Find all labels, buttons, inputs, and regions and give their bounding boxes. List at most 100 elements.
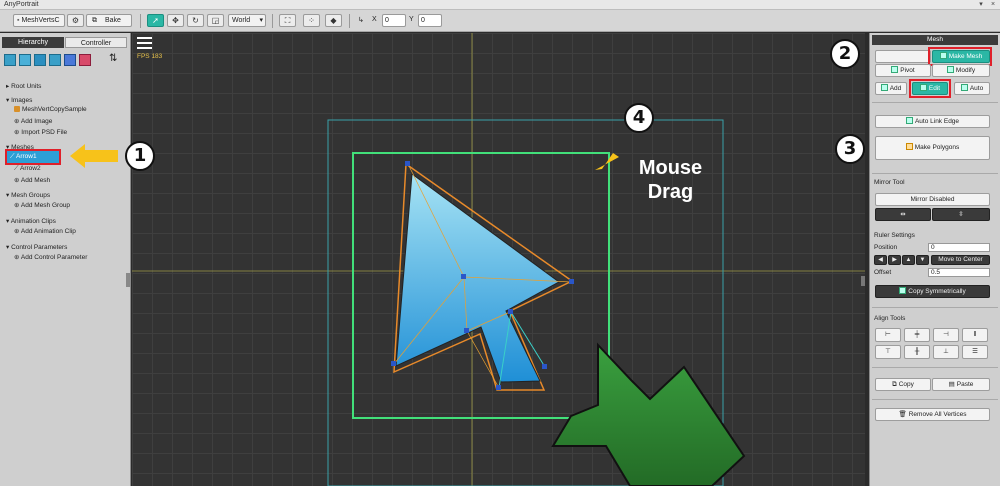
select-tool-icon[interactable]: ➚ <box>147 14 164 27</box>
position-label: Position <box>874 244 898 251</box>
close-icon[interactable]: × <box>988 0 998 9</box>
prev-mode-button[interactable] <box>875 50 931 63</box>
add-control-parameter-button[interactable]: ⊕ Add Control Parameter <box>14 253 87 261</box>
section-animation-clips[interactable]: ▾ Animation Clips <box>6 217 56 225</box>
import-icon: ⊕ <box>14 129 20 136</box>
add-animation-clip-button[interactable]: ⊕ Add Animation Clip <box>14 227 76 235</box>
mesh-edit-canvas[interactable]: FPS 183 4 Mouse Drag <box>132 33 865 486</box>
polygon-icon <box>905 143 913 150</box>
offset-input[interactable]: 0.5 <box>928 268 990 277</box>
bake-icon: ⧉ <box>92 17 97 24</box>
mesh-icon: ⟋ <box>14 165 19 172</box>
list-item[interactable]: ⟋ Arrow2 <box>14 165 41 173</box>
image-filter-icon[interactable] <box>19 54 31 66</box>
arrow-pointer-4 <box>595 153 619 170</box>
add-vertex-button[interactable]: Add <box>875 82 907 95</box>
list-item[interactable]: MeshVertCopySample <box>14 106 87 113</box>
position-input[interactable]: 0 <box>928 243 990 252</box>
x-input[interactable]: 0 <box>382 14 406 27</box>
canvas-scroll-handle[interactable] <box>861 276 865 286</box>
align-left-icon[interactable]: ⊢ <box>875 328 901 342</box>
auto-vertex-button[interactable]: Auto <box>954 82 990 95</box>
ruler-up-icon[interactable]: ▲ <box>902 255 915 265</box>
remove-all-vertices-button[interactable]: 🗑 Remove All Vertices <box>875 408 990 421</box>
distribute-h-icon[interactable]: ⫴ <box>962 328 988 342</box>
bounds-icon[interactable]: ⛶ <box>279 14 296 27</box>
paste-icon: ▤ <box>948 381 955 388</box>
meshgroup-filter-icon[interactable] <box>49 54 61 66</box>
add-vertex-icon <box>880 84 888 91</box>
ruler-settings-label: Ruler Settings <box>874 232 915 239</box>
align-right-icon[interactable]: ⊣ <box>933 328 959 342</box>
distribute-v-icon[interactable]: ☰ <box>962 345 988 359</box>
param-filter-icon[interactable] <box>79 54 91 66</box>
modify-icon <box>946 66 954 73</box>
panel-resize-handle[interactable] <box>126 273 130 287</box>
add-mesh-group-button[interactable]: ⊕ Add Mesh Group <box>14 201 70 209</box>
modify-button[interactable]: Modify <box>932 64 990 77</box>
rotate-tool-icon[interactable]: ↻ <box>187 14 204 27</box>
callout-4: 4 <box>624 103 654 133</box>
pivot-button[interactable]: Pivot <box>875 64 931 77</box>
highlight-box-1 <box>5 149 61 165</box>
ruler-left-icon[interactable]: ◀ <box>874 255 887 265</box>
ruler-down-icon[interactable]: ▼ <box>916 255 929 265</box>
panel-header: Mesh <box>872 35 998 45</box>
offset-label: Offset <box>874 269 892 276</box>
section-root-units[interactable]: ▸ Root Units <box>6 82 41 90</box>
y-label: Y <box>409 16 414 23</box>
mesh-viewport[interactable] <box>132 33 865 486</box>
section-control-parameters[interactable]: ▾ Control Parameters <box>6 243 67 251</box>
tab-hierarchy[interactable]: Hierarchy <box>2 37 64 48</box>
section-images[interactable]: ▾ Images <box>6 96 32 104</box>
mirror-y-icon[interactable]: ⇳ <box>932 208 990 221</box>
align-center-h-icon[interactable]: ╪ <box>904 328 930 342</box>
callout-2: 2 <box>830 39 860 69</box>
bake-button[interactable]: ⧉ Bake <box>86 14 132 27</box>
auto-vertex-icon <box>960 84 968 91</box>
copy-button[interactable]: ⧉ Copy <box>875 378 931 391</box>
sort-icon[interactable]: ⇅ <box>109 53 117 64</box>
right-panel: Mesh Make Mesh Pivot Modify Add Edit Aut… <box>869 33 1000 486</box>
gear-icon[interactable]: ⚙ <box>67 14 84 27</box>
hierarchy-filter-icons <box>4 52 108 68</box>
move-to-center-button[interactable]: Move to Center <box>931 255 990 265</box>
pivot-icon <box>891 66 899 73</box>
menu-icon[interactable]: ▾ <box>976 0 986 9</box>
section-mesh-groups[interactable]: ▾ Mesh Groups <box>6 191 50 199</box>
scale-tool-icon[interactable]: ◲ <box>207 14 224 27</box>
animation-filter-icon[interactable] <box>64 54 76 66</box>
align-top-icon[interactable]: ⊤ <box>875 345 901 359</box>
mesh-select[interactable]: ▪ MeshVertsC <box>13 14 65 27</box>
import-psd-button[interactable]: ⊕ Import PSD File <box>14 128 67 136</box>
add-image-button[interactable]: ⊕ Add Image <box>14 117 52 125</box>
space-select[interactable]: World ▾ <box>228 14 266 27</box>
make-polygons-button[interactable]: Make Polygons <box>875 136 990 160</box>
tab-controller[interactable]: Controller <box>65 37 127 48</box>
plus-icon: ⊕ <box>14 202 20 209</box>
align-center-v-icon[interactable]: ╫ <box>904 345 930 359</box>
copy-symmetrically-button[interactable]: Copy Symmetrically <box>875 285 990 298</box>
copy-icon: ⧉ <box>892 381 897 388</box>
callout-1: 1 <box>125 141 155 171</box>
toolbar: ▪ MeshVertsC ⚙ ⧉ Bake ➚ ✥ ↻ ◲ World ▾ ⛶ ⁘… <box>0 10 1000 32</box>
callout-3: 3 <box>835 134 865 164</box>
auto-link-edge-button[interactable]: Auto Link Edge <box>875 115 990 128</box>
copy-symmetric-icon <box>899 287 907 294</box>
brush-icon[interactable]: ◆ <box>325 14 342 27</box>
app-title: AnyPortrait <box>4 1 39 8</box>
paste-button[interactable]: ▤ Paste <box>932 378 990 391</box>
onion-icon[interactable]: ⁘ <box>303 14 320 27</box>
mouse-drag-annotation: Mouse Drag <box>638 157 703 203</box>
align-bottom-icon[interactable]: ⊥ <box>933 345 959 359</box>
mirror-x-icon[interactable]: ⇹ <box>875 208 931 221</box>
add-mesh-button[interactable]: ⊕ Add Mesh <box>14 176 50 184</box>
y-input[interactable]: 0 <box>418 14 442 27</box>
mesh-filter-icon[interactable] <box>34 54 46 66</box>
move-tool-icon[interactable]: ✥ <box>167 14 184 27</box>
plus-icon: ⊕ <box>14 254 20 261</box>
ruler-right-icon[interactable]: ▶ <box>888 255 901 265</box>
mirror-disabled-button[interactable]: Mirror Disabled <box>875 193 990 206</box>
root-filter-icon[interactable] <box>4 54 16 66</box>
axis-icon: ↳ <box>358 17 364 24</box>
